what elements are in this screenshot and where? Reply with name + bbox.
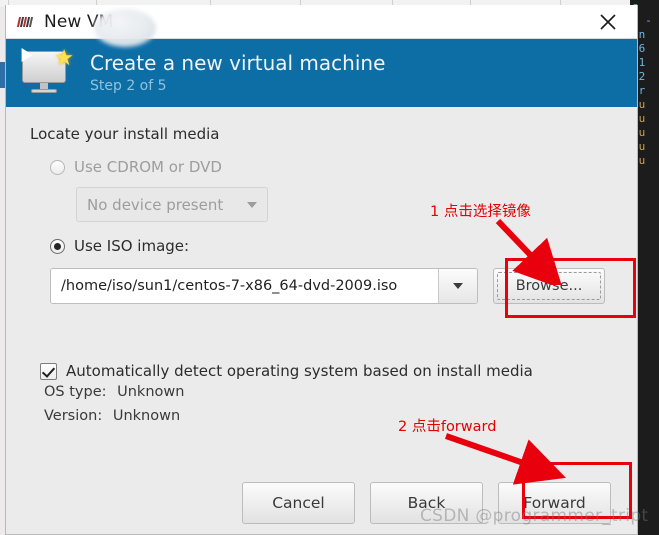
os-type-value: Unknown <box>117 384 185 400</box>
mouse-cursor-blur <box>94 9 156 47</box>
iso-path-row: /home/iso/sun1/centos-7-x86_64-dvd-2009.… <box>50 268 613 304</box>
cdrom-device-select[interactable]: No device present <box>76 187 268 222</box>
os-version-value: Unknown <box>112 408 181 424</box>
dialog-header: ★ Create a new virtual machine Step 2 of… <box>6 39 637 107</box>
os-type-key: OS type: <box>44 384 107 400</box>
dialog-title: Create a new virtual machine <box>90 51 386 75</box>
radio-use-cdrom-or-dvd[interactable]: Use CDROM or DVD <box>50 155 613 179</box>
install-media-section-label: Locate your install media <box>30 125 220 143</box>
radio-use-iso-image[interactable]: Use ISO image: <box>50 234 613 258</box>
os-type-row: OS type: Unknown <box>44 380 613 404</box>
os-version-row: Version: Unknown <box>44 404 613 428</box>
os-version-key: Version: <box>44 408 103 424</box>
dialog-titlebar: New VM <box>6 5 637 47</box>
dialog-body: Locate your install media Use CDROM or D… <box>6 107 637 534</box>
cancel-button[interactable]: Cancel <box>242 482 355 524</box>
iso-path-combobox[interactable]: /home/iso/sun1/centos-7-x86_64-dvd-2009.… <box>50 268 478 304</box>
autodetect-os-checkbox[interactable] <box>40 362 57 380</box>
radio-cdrom-label: Use CDROM or DVD <box>74 158 222 176</box>
cdrom-device-value: No device present <box>87 195 224 214</box>
new-vm-dialog: New VM ★ Create a new virtual machine St… <box>5 5 638 535</box>
browse-button[interactable]: Browse... <box>493 268 605 304</box>
autodetect-os-label: Automatically detect operating system ba… <box>66 362 533 380</box>
autodetect-os-checkbox-row[interactable]: Automatically detect operating system ba… <box>40 362 613 380</box>
radio-iso-label: Use ISO image: <box>74 237 190 255</box>
iso-path-input[interactable]: /home/iso/sun1/centos-7-x86_64-dvd-2009.… <box>51 269 438 303</box>
csdn-watermark: CSDN @programmer_tript <box>420 506 649 526</box>
virt-manager-icon <box>16 16 34 28</box>
chevron-down-icon <box>453 283 463 289</box>
chevron-down-icon <box>247 201 257 208</box>
annotation-step-2-text: 2 点击forward <box>398 419 497 435</box>
close-icon[interactable] <box>587 5 629 39</box>
iso-path-dropdown-button[interactable] <box>438 269 477 303</box>
new-virtual-machine-icon: ★ <box>18 48 76 98</box>
dialog-step-indicator: Step 2 of 5 <box>90 78 167 94</box>
radio-cdrom-indicator[interactable] <box>50 159 65 175</box>
radio-iso-indicator[interactable] <box>50 238 65 254</box>
annotation-step-1-text: 1 点击选择镜像 <box>430 204 531 220</box>
